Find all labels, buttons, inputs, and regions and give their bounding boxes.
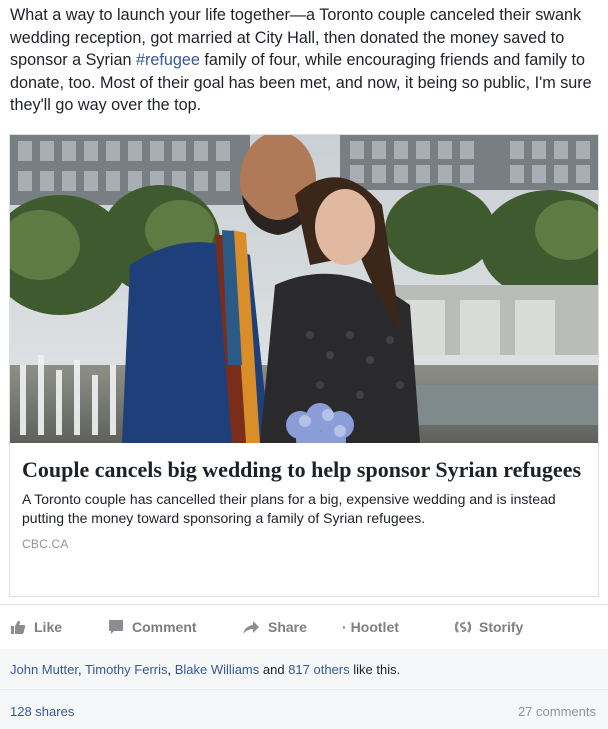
storify-icon <box>455 621 471 633</box>
likes-summary-row: John Mutter, Timothy Ferris, Blake Willi… <box>0 649 608 690</box>
liker-link-3[interactable]: Blake Williams <box>175 662 260 677</box>
likes-summary: John Mutter, Timothy Ferris, Blake Willi… <box>10 662 400 677</box>
storify-label: Storify <box>479 619 524 635</box>
likes-suffix: like this. <box>349 662 401 677</box>
share-button[interactable]: Share <box>242 605 307 649</box>
post-action-bar: Like Comment Share · Hootlet Storify <box>0 604 608 650</box>
link-preview-meta: Couple cancels big wedding to help spons… <box>22 457 586 551</box>
post-text: What a way to launch your life together—… <box>10 4 600 117</box>
comment-bubble-icon <box>109 620 123 634</box>
thumbs-up-icon <box>11 620 26 634</box>
share-label: Share <box>268 619 307 635</box>
link-preview-title[interactable]: Couple cancels big wedding to help spons… <box>22 457 586 483</box>
storify-button[interactable]: Storify <box>455 605 523 649</box>
hootlet-dot-icon: · <box>342 619 347 635</box>
link-preview-image[interactable] <box>10 135 598 443</box>
shares-count-link[interactable]: 128 shares <box>10 704 74 719</box>
like-button[interactable]: Like <box>10 605 62 649</box>
liker-link-1[interactable]: John Mutter <box>10 662 78 677</box>
link-preview-domain: CBC.CA <box>22 537 69 551</box>
likes-and: and <box>259 662 289 677</box>
comments-count-link[interactable]: 27 comments <box>518 704 596 719</box>
liker-link-2[interactable]: Timothy Ferris <box>85 662 168 677</box>
link-preview-card[interactable]: Couple cancels big wedding to help spons… <box>9 134 599 597</box>
hashtag-refugee-link[interactable]: #refugee <box>136 51 200 69</box>
like-label: Like <box>34 619 63 635</box>
likes-others-link[interactable]: 817 others <box>288 662 349 677</box>
stats-row: 128 shares 27 comments <box>0 690 608 729</box>
likes-sep-1: , <box>77 662 85 677</box>
share-arrow-icon <box>243 621 259 634</box>
hootlet-button[interactable]: · Hootlet <box>342 605 399 649</box>
comment-label: Comment <box>132 619 197 635</box>
comment-button[interactable]: Comment <box>108 605 197 649</box>
likes-sep-2: , <box>167 662 175 677</box>
hootlet-label: Hootlet <box>350 619 399 635</box>
link-preview-description: A Toronto couple has cancelled their pla… <box>22 491 556 526</box>
